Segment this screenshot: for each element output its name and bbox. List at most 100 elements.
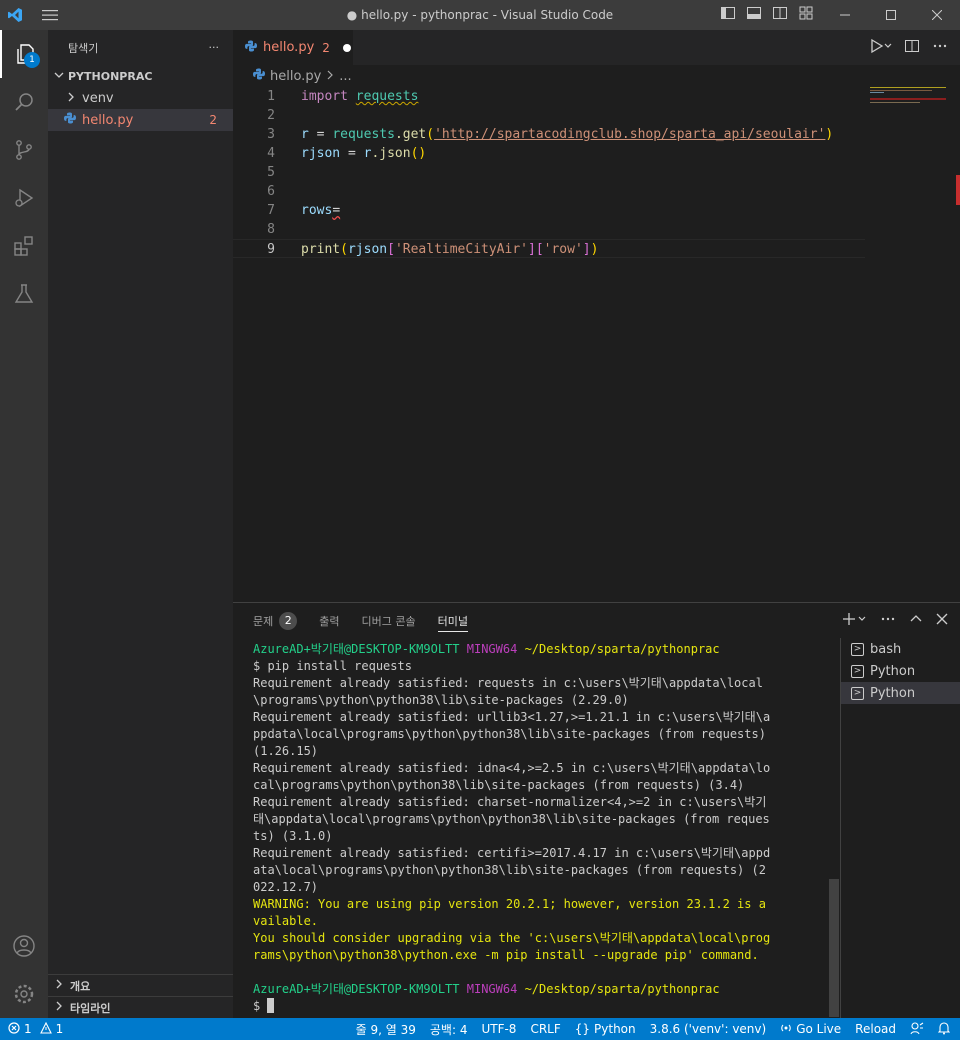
- code-token: =: [332, 203, 341, 218]
- terminal-line: AzureAD+박기태@DESKTOP-KM9OLTT MINGW64 ~/De…: [253, 641, 773, 658]
- folder-header[interactable]: PYTHONPRAC: [48, 65, 233, 87]
- code-token: 'http://spartacodingclub.shop/sparta_api…: [434, 127, 826, 142]
- line-number: 6: [267, 184, 275, 199]
- tree-item-label: hello.py: [82, 112, 134, 128]
- more-actions-icon[interactable]: [880, 611, 896, 631]
- terminal-list: > bash > Python > Python: [840, 638, 960, 1018]
- explorer-icon[interactable]: 1: [0, 30, 48, 78]
- feedback-icon[interactable]: [910, 1021, 924, 1038]
- new-terminal-icon[interactable]: [843, 612, 867, 630]
- code-line: 3 r = requests.get('http://spartacodingc…: [233, 125, 865, 144]
- run-python-icon[interactable]: [870, 38, 892, 58]
- line-number: 7: [267, 203, 275, 218]
- line-number: 5: [267, 165, 275, 180]
- code-line-current: 9 print(rjson['RealtimeCityAir']['row']): [233, 239, 865, 258]
- more-actions-button[interactable]: ···: [209, 41, 220, 54]
- menu-icon[interactable]: [30, 0, 70, 30]
- python-interpreter[interactable]: 3.8.6 ('venv': venv): [650, 1022, 767, 1036]
- terminal-scrollbar[interactable]: [829, 879, 839, 1017]
- bottom-panel: 문제 2 출력 디버그 콘솔 터미널 AzureAD+박기태@DESKTOP-KM…: [233, 602, 960, 1018]
- tab-label: 터미널: [437, 614, 468, 628]
- explorer-badge: 1: [24, 52, 40, 68]
- close-panel-icon[interactable]: [936, 613, 948, 629]
- code-token: .json: [371, 146, 411, 161]
- toggle-sidebar-icon[interactable]: [720, 5, 736, 25]
- python-file-icon: [253, 68, 265, 84]
- vscode-logo-icon: [0, 0, 30, 30]
- tab-terminal[interactable]: 터미널: [437, 603, 469, 638]
- tab-label: 디버그 콘솔: [361, 614, 416, 628]
- terminal-item-python[interactable]: > Python: [841, 660, 960, 682]
- line-number: 2: [267, 108, 275, 123]
- outline-section[interactable]: 개요: [48, 974, 233, 996]
- search-icon[interactable]: [0, 78, 48, 126]
- terminal-item-bash[interactable]: > bash: [841, 638, 960, 660]
- braces-icon: {}: [574, 1022, 591, 1036]
- tree-item-venv[interactable]: venv: [48, 87, 233, 109]
- tab-label: 출력: [319, 614, 340, 628]
- breadcrumb-file[interactable]: hello.py: [270, 69, 321, 84]
- tab-debug-console[interactable]: 디버그 콘솔: [362, 603, 416, 638]
- code-token: =: [308, 127, 333, 142]
- timeline-section[interactable]: 타임라인: [48, 996, 233, 1018]
- account-icon[interactable]: [0, 922, 48, 970]
- encoding[interactable]: UTF-8: [481, 1022, 516, 1036]
- unsaved-dot-icon[interactable]: [342, 43, 351, 52]
- tab-label: hello.py: [263, 40, 315, 55]
- chevron-right-icon: [326, 69, 334, 84]
- reload-button[interactable]: Reload: [855, 1022, 896, 1036]
- indentation[interactable]: 공백: 4: [430, 1021, 468, 1038]
- terminal-line: Requirement already satisfied: charset-n…: [253, 795, 770, 843]
- maximize-icon[interactable]: [868, 0, 914, 30]
- terminal-item-label: bash: [870, 641, 902, 657]
- line-number: 1: [267, 89, 275, 104]
- terminal-item-label: Python: [870, 663, 916, 679]
- end-of-line[interactable]: CRLF: [530, 1022, 560, 1036]
- language-mode[interactable]: {} Python: [575, 1022, 636, 1036]
- status-bar: 1 1 줄 9, 열 39 공백: 4 UTF-8 CRLF {} Python…: [0, 1018, 960, 1040]
- toggle-secondary-sidebar-icon[interactable]: [772, 5, 788, 25]
- run-debug-icon[interactable]: [0, 174, 48, 222]
- maximize-panel-icon[interactable]: [909, 612, 923, 630]
- outline-label: 개요: [70, 979, 91, 993]
- cursor-position[interactable]: 줄 9, 열 39: [356, 1021, 416, 1038]
- language-label: Python: [594, 1022, 636, 1036]
- code-line: 7 rows=: [233, 201, 865, 220]
- gear-icon[interactable]: [0, 970, 48, 1018]
- minimize-icon[interactable]: [822, 0, 868, 30]
- terminal-warning: You should consider upgrading via the 'c…: [253, 931, 771, 962]
- tab-hello-py[interactable]: hello.py 2: [233, 30, 353, 65]
- minimap[interactable]: [870, 87, 946, 147]
- extensions-icon[interactable]: [0, 222, 48, 270]
- tab-problem-count: 2: [322, 40, 330, 55]
- error-icon: [8, 1021, 20, 1037]
- testing-icon[interactable]: [0, 270, 48, 318]
- code-line: 6: [233, 182, 865, 201]
- go-live-label: Go Live: [796, 1022, 842, 1036]
- terminal-item-label: Python: [870, 685, 916, 701]
- tab-output[interactable]: 출력: [319, 603, 339, 638]
- more-actions-icon[interactable]: [932, 38, 948, 58]
- terminal-output[interactable]: AzureAD+박기태@DESKTOP-KM9OLTT MINGW64 ~/De…: [253, 641, 773, 1015]
- problems-badge: 2: [279, 611, 298, 630]
- line-number: 4: [267, 146, 275, 161]
- code-token: requests: [332, 127, 395, 142]
- problems-status[interactable]: 1 1: [8, 1021, 63, 1037]
- breadcrumb-more[interactable]: ...: [339, 69, 351, 84]
- folder-name: PYTHONPRAC: [68, 69, 153, 83]
- split-editor-icon[interactable]: [904, 38, 920, 58]
- terminal-item-python-active[interactable]: > Python: [841, 682, 960, 704]
- tab-problems[interactable]: 문제 2: [253, 603, 298, 638]
- go-live-button[interactable]: Go Live: [780, 1022, 841, 1037]
- scrollbar-error-marker[interactable]: [956, 175, 960, 205]
- toggle-panel-icon[interactable]: [746, 5, 762, 25]
- code-token: print: [301, 242, 341, 257]
- code-editor[interactable]: 1 import requests 2 3 r = requests.get('…: [233, 87, 960, 602]
- terminal-input-line: $: [253, 998, 773, 1015]
- customize-layout-icon[interactable]: [798, 5, 814, 25]
- notifications-bell-icon[interactable]: [937, 1021, 951, 1038]
- tree-item-hello-py[interactable]: hello.py 2: [48, 109, 233, 131]
- close-icon[interactable]: [914, 0, 960, 30]
- source-control-icon[interactable]: [0, 126, 48, 174]
